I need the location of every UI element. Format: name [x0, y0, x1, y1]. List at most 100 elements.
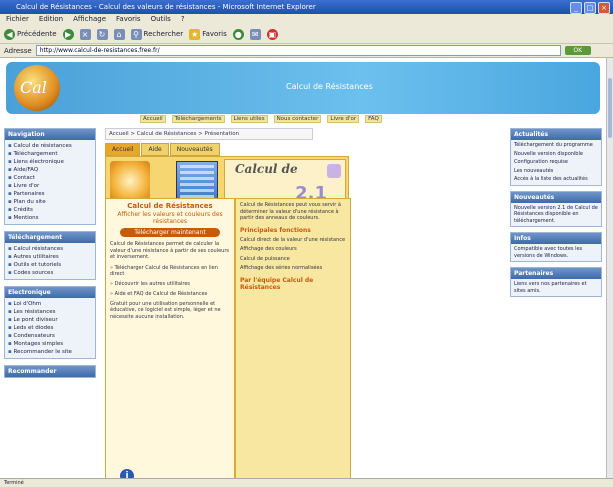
- feature-item: Affichage des séries normalisées: [240, 265, 323, 271]
- nav-item[interactable]: Téléchargements: [171, 115, 225, 123]
- sidebar-link[interactable]: Accès à la liste des actualités: [514, 176, 598, 183]
- stop-icon[interactable]: ×: [79, 28, 91, 40]
- sidebar-link[interactable]: Les résistances: [8, 308, 92, 316]
- print-icon[interactable]: ▣: [266, 28, 278, 40]
- link-item[interactable]: Aide et FAQ de Calcul de Résistances: [110, 291, 230, 297]
- box-title: Téléchargement: [5, 232, 95, 243]
- maximize-button[interactable]: □: [584, 2, 596, 14]
- tab-news[interactable]: Nouveautés: [169, 143, 220, 156]
- home-icon[interactable]: ⌂: [113, 28, 125, 40]
- nav-item[interactable]: Livre d'or: [327, 115, 360, 123]
- sidebar-link[interactable]: Crédits: [8, 206, 92, 214]
- features-heading: Principales fonctions: [240, 226, 311, 234]
- sidebar-link[interactable]: Condensateurs: [8, 332, 92, 340]
- box-title: Partenaires: [511, 268, 601, 279]
- download-button[interactable]: Télécharger maintenant: [120, 228, 220, 237]
- address-input[interactable]: http://www.calcul-de-resistances.free.fr…: [35, 45, 561, 56]
- sidebar-link[interactable]: Calcul résistances: [8, 245, 92, 253]
- forward-arrow-icon[interactable]: ▶: [62, 28, 74, 40]
- sidebar-link[interactable]: Livre d'or: [8, 182, 92, 190]
- media-icon[interactable]: ●: [232, 28, 244, 40]
- star-icon: ★: [189, 28, 201, 40]
- sidebar-box-downloads: Téléchargement Calcul résistances Autres…: [4, 231, 96, 280]
- sidebar-link[interactable]: Aide/FAQ: [8, 166, 92, 174]
- menu-file[interactable]: Fichier: [6, 14, 29, 25]
- menu-tools[interactable]: Outils: [151, 14, 171, 25]
- resistor-icon: [327, 164, 341, 178]
- menu-view[interactable]: Affichage: [73, 14, 106, 25]
- refresh-icon[interactable]: ↻: [96, 28, 108, 40]
- top-nav: Accueil Téléchargements Liens utiles Nou…: [140, 115, 520, 123]
- vertical-scrollbar[interactable]: [606, 58, 613, 486]
- pane-title: Calcul de Résistances: [127, 202, 213, 210]
- nav-item[interactable]: Accueil: [140, 115, 166, 123]
- sidebar-link[interactable]: Leds et diodes: [8, 324, 92, 332]
- back-button[interactable]: ◀ Précédente: [4, 28, 57, 40]
- minimize-button[interactable]: _: [570, 2, 582, 14]
- sidebar-box-info: Infos Compatible avec toutes les version…: [510, 232, 602, 262]
- link-item[interactable]: Découvrir les autres utilitaires: [110, 281, 230, 287]
- sidebar-box-partners: Partenaires Liens vers nos partenaires e…: [510, 267, 602, 297]
- box-title: Infos: [511, 233, 601, 244]
- breadcrumb: Accueil > Calcul de Résistances > Présen…: [105, 128, 313, 140]
- box-title: Navigation: [5, 129, 95, 140]
- pane-subtitle: Afficher les valeurs et couleurs des rés…: [117, 211, 223, 225]
- window-title: Calcul de Résistances - Calcul des valeu…: [16, 3, 316, 11]
- sidebar-link[interactable]: Nouvelle version disponible: [514, 151, 598, 158]
- nav-item[interactable]: Nous contacter: [273, 115, 322, 123]
- menu-favorites[interactable]: Favoris: [116, 14, 141, 25]
- search-button[interactable]: ⚲ Rechercher: [130, 28, 183, 40]
- description-text: Calcul de Résistances permet de calculer…: [110, 241, 230, 260]
- go-button[interactable]: OK: [564, 46, 591, 55]
- sidebar-link[interactable]: Recommander le site: [8, 348, 92, 356]
- sidebar-link[interactable]: Loi d'Ohm: [8, 300, 92, 308]
- back-arrow-icon: ◀: [4, 28, 15, 40]
- sidebar-link[interactable]: Plan du site: [8, 198, 92, 206]
- sidebar-link[interactable]: Codes sources: [8, 269, 92, 277]
- sidebar-link[interactable]: Outils et tutoriels: [8, 261, 92, 269]
- features-signature: Par l'équipe Calcul de Résistances: [240, 276, 314, 291]
- favorites-button[interactable]: ★ Favoris: [189, 28, 227, 40]
- sidebar-link[interactable]: Téléchargement du programme: [514, 142, 598, 149]
- sidebar-link[interactable]: Configuration requise: [514, 159, 598, 166]
- menu-edit[interactable]: Edition: [39, 14, 63, 25]
- content-tabs: Accueil Aide Nouveautés: [105, 143, 503, 156]
- nav-item[interactable]: FAQ: [365, 115, 382, 123]
- product-logo-icon: [110, 161, 150, 201]
- sidebar-link[interactable]: Les nouveautés: [514, 168, 598, 175]
- screenshot-thumbnail[interactable]: [176, 161, 218, 203]
- menu-help[interactable]: ?: [181, 14, 185, 25]
- address-label: Adresse: [4, 46, 32, 55]
- license-text: Gratuit pour une utilisation personnelle…: [110, 300, 221, 320]
- box-title: Nouveautés: [511, 191, 601, 203]
- mail-icon[interactable]: ✉: [249, 28, 261, 40]
- sidebar-box-recommend: Recommander: [4, 365, 96, 378]
- window-titlebar: Calcul de Résistances - Calcul des valeu…: [0, 0, 613, 14]
- sidebar-box-news: Actualités Téléchargement du programme N…: [510, 128, 602, 186]
- close-button[interactable]: ×: [598, 2, 610, 14]
- sidebar-link[interactable]: Liens électronique: [8, 158, 92, 166]
- scrollbar-thumb[interactable]: [608, 78, 612, 138]
- address-bar: Adresse http://www.calcul-de-resistances…: [0, 44, 613, 58]
- sidebar-link[interactable]: Le pont diviseur: [8, 316, 92, 324]
- sidebar-link[interactable]: Mentions: [8, 214, 92, 222]
- sidebar-link[interactable]: Calcul de résistances: [8, 142, 92, 150]
- description-pane: Calcul de Résistances Afficher les valeu…: [105, 198, 235, 486]
- sidebar-link[interactable]: Partenaires: [8, 190, 92, 198]
- sidebar-link[interactable]: Contact: [8, 174, 92, 182]
- sidebar-link[interactable]: Téléchargement: [8, 150, 92, 158]
- link-item[interactable]: Télécharger Calcul de Résistances en lie…: [110, 265, 230, 277]
- sidebar-link[interactable]: Autres utilitaires: [8, 253, 92, 261]
- web-page: Cal Calcul de Résistances Accueil Téléch…: [0, 58, 607, 486]
- tab-help[interactable]: Aide: [141, 143, 169, 156]
- nav-item[interactable]: Liens utiles: [230, 115, 268, 123]
- box-title[interactable]: Recommander: [5, 366, 95, 377]
- news-text: Nouvelle version 2.1 de Calcul de Résist…: [514, 204, 598, 224]
- features-pane: Calcul de Résistances peut vous servir à…: [235, 198, 351, 486]
- tab-home[interactable]: Accueil: [105, 143, 141, 156]
- toolbar: ◀ Précédente ▶ × ↻ ⌂ ⚲ Rechercher ★ Favoris…: [0, 25, 613, 44]
- sidebar-link[interactable]: Montages simples: [8, 340, 92, 348]
- logo-text: Cal: [20, 78, 47, 97]
- search-icon: ⚲: [130, 28, 142, 40]
- box-title: Actualités: [511, 129, 601, 140]
